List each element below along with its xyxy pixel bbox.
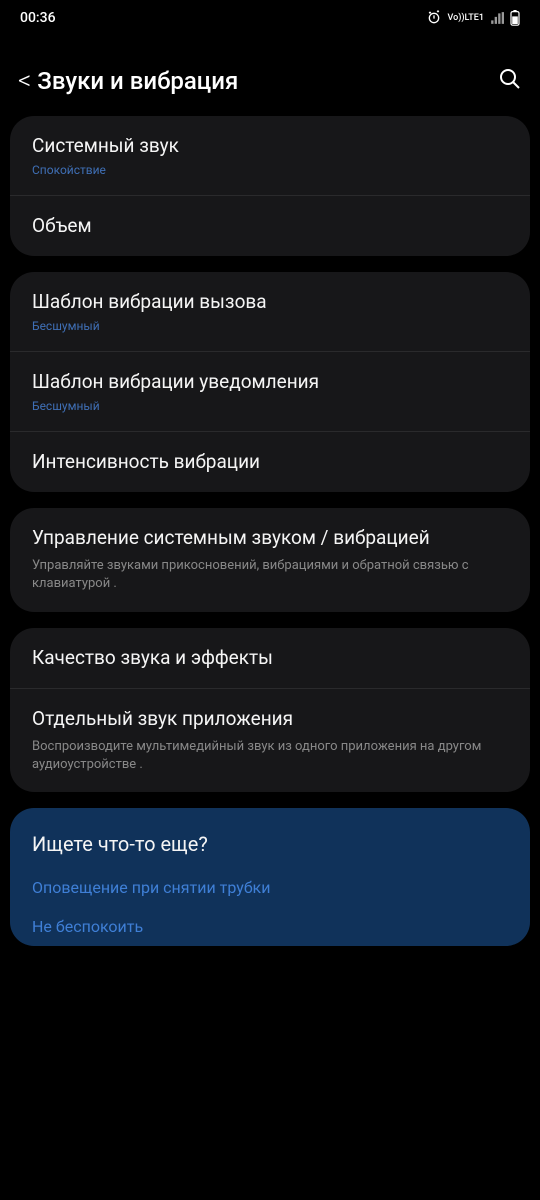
system-control-group: Управление системным звуком / вибрацией … [10, 508, 530, 611]
page-title: Звуки и вибрация [37, 67, 238, 95]
row-subtitle: Бесшумный [32, 399, 508, 413]
row-title: Отдельный звук приложения [32, 707, 508, 732]
settings-content: Системный звук Спокойствие Объем Шаблон … [0, 116, 540, 946]
page-header: < Звуки и вибрация [0, 36, 540, 116]
notification-vibration-row[interactable]: Шаблон вибрации уведомления Бесшумный [10, 352, 530, 432]
suggestions-group: Ищете что-то еще? Оповещение при снятии … [10, 808, 530, 946]
back-icon: < [18, 66, 31, 96]
row-subtitle: Спокойствие [32, 163, 508, 177]
row-title: Качество звука и эффекты [32, 646, 508, 671]
row-title: Шаблон вибрации вызова [32, 290, 508, 315]
volume-row[interactable]: Объем [10, 196, 530, 257]
row-title: Системный звук [32, 134, 508, 159]
row-description: Воспроизводите мультимедийный звук из од… [32, 738, 508, 774]
alarm-icon [426, 10, 442, 26]
sound-quality-row[interactable]: Качество звука и эффекты [10, 628, 530, 690]
header-back-area[interactable]: < Звуки и вибрация [18, 66, 238, 96]
row-subtitle: Бесшумный [32, 319, 508, 333]
volte-icon: Vo))LTE1 [448, 14, 484, 22]
quality-group: Качество звука и эффекты Отдельный звук … [10, 628, 530, 793]
row-title: Управление системным звуком / вибрацией [32, 526, 508, 551]
suggestion-link-offhook[interactable]: Оповещение при снятии трубки [10, 868, 530, 907]
vibration-intensity-row[interactable]: Интенсивность вибрации [10, 432, 530, 493]
sound-group: Системный звук Спокойствие Объем [10, 116, 530, 256]
battery-icon [510, 10, 520, 26]
status-bar: 00:36 Vo))LTE1 [0, 0, 540, 36]
row-description: Управляйте звуками прикосновений, вибрац… [32, 557, 508, 593]
row-title: Объем [32, 214, 508, 239]
suggestions-title: Ищете что-то еще? [10, 808, 530, 868]
status-time: 00:36 [20, 10, 56, 26]
row-title: Шаблон вибрации уведомления [32, 370, 508, 395]
status-icons: Vo))LTE1 [426, 10, 520, 26]
row-title: Интенсивность вибрации [32, 450, 508, 475]
signal-icon [490, 11, 504, 25]
vibration-group: Шаблон вибрации вызова Бесшумный Шаблон … [10, 272, 530, 492]
system-sound-control-row[interactable]: Управление системным звуком / вибрацией … [10, 508, 530, 611]
search-icon[interactable] [498, 67, 522, 95]
system-sound-row[interactable]: Системный звук Спокойствие [10, 116, 530, 196]
suggestion-link-dnd[interactable]: Не беспокоить [10, 907, 530, 946]
call-vibration-row[interactable]: Шаблон вибрации вызова Бесшумный [10, 272, 530, 352]
app-sound-row[interactable]: Отдельный звук приложения Воспроизводите… [10, 689, 530, 792]
